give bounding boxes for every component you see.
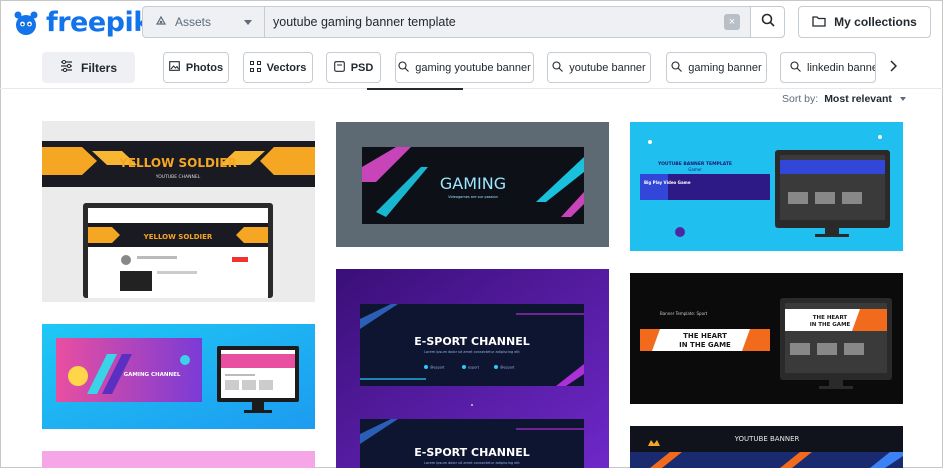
youtube-template-subtitle: Gamer [688,167,702,172]
assets-icon [155,15,167,30]
filters-label: Filters [80,60,117,75]
chip-label: gaming youtube banner [415,61,531,74]
chip-label: Vectors [266,61,307,74]
sport-title-line1: THE HEART [683,332,727,340]
search-button[interactable] [750,7,784,37]
svg-text:THE HEART: THE HEART [813,315,848,321]
search-icon [790,60,801,75]
chip-gaming-youtube-banner[interactable]: gaming youtube banner [395,52,534,83]
chip-psd[interactable]: PSD [326,52,381,83]
gaming-channel-title: GAMING CHANNEL [124,372,181,378]
esport2-subtitle: Lorem ipsum dolor sit amet consectetur a… [424,461,520,465]
freepik-logo-icon [12,9,40,37]
result-gaming-channel[interactable]: GAMING CHANNEL [42,324,315,429]
search-icon [552,60,564,75]
svg-text:IN THE GAME: IN THE GAME [810,322,851,328]
asset-type-select[interactable]: Assets [143,7,265,37]
esport-social-3: @esport [500,366,515,370]
youtube-template-side: Big Play Video Game [644,180,691,185]
freepik-logo[interactable]: freepik [12,7,151,38]
chip-linkedin-banner[interactable]: linkedin banner [780,52,876,83]
result-esport-channel[interactable]: E-SPORT CHANNEL Lorem ipsum dolor sit am… [336,269,609,468]
folder-icon [812,15,826,30]
sport-title-line2: IN THE GAME [679,341,731,349]
sort-by-control[interactable]: Sort by: Most relevant [782,93,906,105]
sport-caption: Banner Template: Sport [660,311,708,316]
header-divider [0,88,943,89]
search-input[interactable]: youtube gaming banner template [265,15,724,29]
youtube-banner-title: YOUTUBE BANNER [734,435,800,443]
sliders-icon [60,59,73,75]
chip-gaming-banner[interactable]: gaming banner [666,52,767,83]
search-icon [671,60,683,75]
result-youtube-banner[interactable]: YOUTUBE BANNER [630,426,903,468]
chip-photos[interactable]: Photos [163,52,229,83]
result-gaming[interactable]: GAMING Videogames are our passion [336,122,609,247]
freepik-logo-text: freepik [46,7,151,38]
result-pink-banner[interactable] [42,451,315,468]
clear-search-button[interactable]: × [724,14,740,30]
esport-social-1: @esport [430,366,445,370]
psd-icon [333,60,345,75]
filters-button[interactable]: Filters [42,52,135,83]
vectors-icon [249,60,261,75]
result-youtube-banner-template[interactable]: Big Play Video Game YOUTUBE BANNER TEMPL… [630,122,903,251]
asset-type-label: Assets [175,15,212,29]
my-collections-button[interactable]: My collections [798,6,931,38]
chip-label: linkedin banner [807,61,876,74]
sort-by-label: Sort by: [782,93,819,105]
sort-by-value: Most relevant [824,93,892,105]
chevron-down-icon [899,97,906,101]
svg-text:YELLOW SOLDIER: YELLOW SOLDIER [143,233,213,241]
esport-subtitle: Lorem ipsum dolor sit amet consectetur a… [424,350,520,354]
active-tab-indicator [367,88,463,90]
search-bar: Assets youtube gaming banner template × [142,6,785,38]
result-yellow-soldier[interactable]: YELLOW SOLDIER YOUTUBE CHANNEL YELLOW SO… [42,121,315,302]
yellow-soldier-title: YELLOW SOLDIER [118,156,237,170]
top-header: freepik Assets youtube gaming banner tem… [0,0,943,44]
esport2-title: E-SPORT CHANNEL [414,446,529,459]
chip-youtube-banner[interactable]: youtube banner [547,52,651,83]
chip-label: gaming banner [688,61,762,74]
result-sport-banner[interactable]: Banner Template: Sport THE HEART IN THE … [630,273,903,404]
gaming-title: GAMING [440,174,506,193]
chip-label: PSD [350,61,374,74]
photo-icon [169,61,180,74]
esport-social-2: esport [468,366,480,370]
chevron-down-icon [244,20,252,25]
filter-row: Filters Photos Vectors PSD gaming youtub… [0,50,943,86]
chip-vectors[interactable]: Vectors [243,52,313,83]
esport-title: E-SPORT CHANNEL [414,335,529,348]
search-icon [398,60,410,75]
search-icon [761,13,775,32]
scroll-chips-right-button[interactable] [884,59,902,77]
gaming-subtitle: Videogames are our passion [448,195,498,199]
chip-label: youtube banner [569,61,646,74]
my-collections-label: My collections [834,15,917,29]
chevron-right-icon [889,59,898,77]
yellow-soldier-subtitle: YOUTUBE CHANNEL [155,174,201,180]
chip-label: Photos [185,61,224,74]
